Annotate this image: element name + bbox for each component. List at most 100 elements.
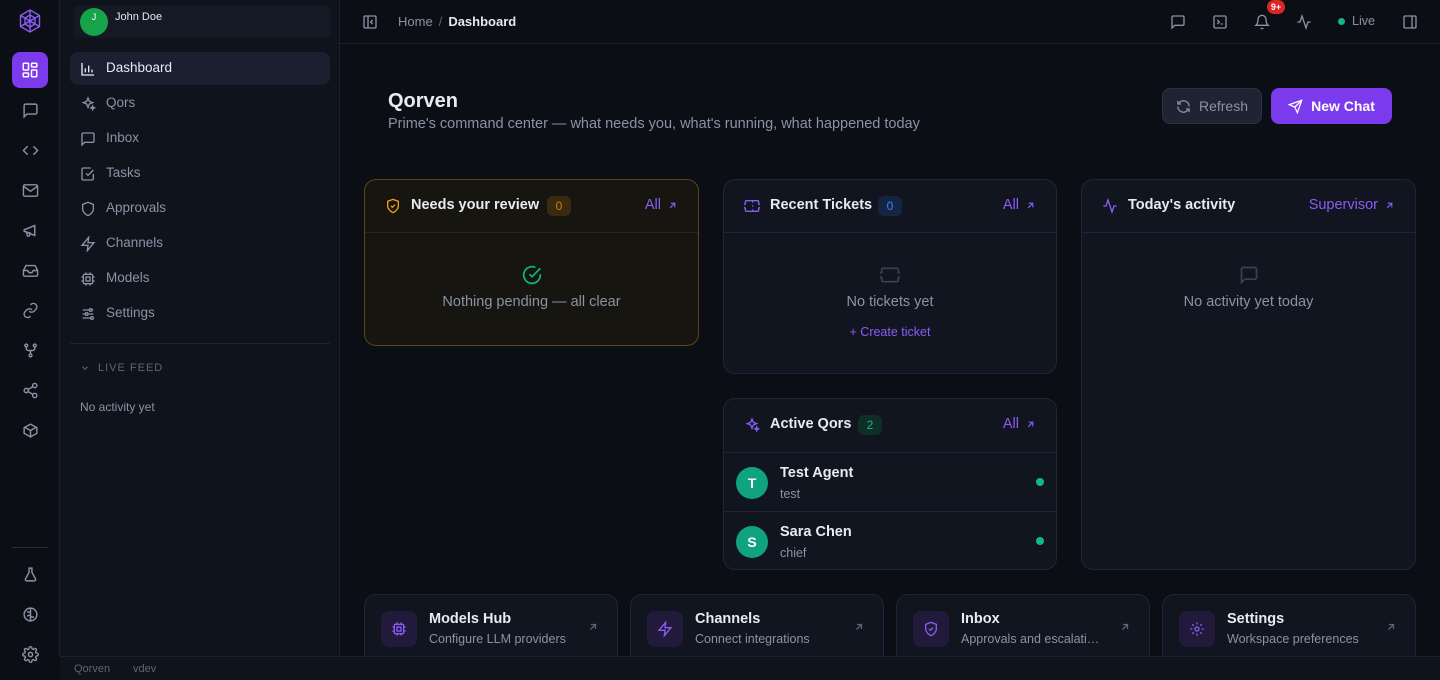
new-chat-button[interactable]: New Chat: [1271, 88, 1392, 124]
sidebar-item-label: Approvals: [106, 200, 167, 215]
zap-icon: [647, 611, 683, 647]
create-ticket-link[interactable]: + Create ticket: [724, 325, 1056, 339]
collapse-sidebar-icon[interactable]: [362, 14, 378, 30]
live-feed-toggle[interactable]: LIVE FEED: [80, 362, 163, 374]
activity-card-header: Today's activity Supervisor: [1082, 180, 1415, 233]
refresh-button[interactable]: Refresh: [1162, 88, 1262, 124]
rail-inbox-icon[interactable]: [12, 252, 48, 288]
activity-icon[interactable]: [1296, 14, 1312, 30]
review-all-link[interactable]: All: [645, 197, 678, 213]
arrow-up-right-icon: [1385, 621, 1397, 633]
review-card-title: Needs your review: [411, 197, 540, 213]
sidebar-item-approvals[interactable]: Approvals: [70, 192, 330, 225]
live-feed-empty: No activity yet: [80, 400, 155, 414]
models-hub-link[interactable]: Models Hub Configure LLM providers: [364, 594, 618, 656]
quick-link-title: Inbox: [961, 611, 1000, 627]
qor-role: test: [780, 487, 801, 501]
activity-card: Today's activity Supervisor No activity …: [1081, 179, 1416, 570]
settings-link[interactable]: Settings Workspace preferences: [1162, 594, 1416, 656]
tickets-card-header: Recent Tickets 0 All: [724, 180, 1056, 233]
top-bar: Home / Dashboard 9+ Live: [340, 0, 1440, 44]
rail-code-icon[interactable]: [12, 132, 48, 168]
sidebar-item-label: Models: [106, 270, 150, 285]
sparkles-icon: [744, 417, 760, 433]
sidebar-item-tasks[interactable]: Tasks: [70, 157, 330, 190]
review-card: Needs your review 0 All Nothing pending …: [364, 179, 699, 346]
rail-brain-icon[interactable]: [12, 596, 48, 632]
icon-rail: [0, 0, 60, 663]
channels-link[interactable]: Channels Connect integrations: [630, 594, 884, 656]
quick-link-title: Settings: [1227, 611, 1285, 627]
chevron-down-icon: [80, 363, 90, 373]
avatar: T: [736, 467, 768, 499]
rail-share-icon[interactable]: [12, 372, 48, 408]
arrow-up-right-icon: [1025, 200, 1036, 211]
check-circle-icon: [522, 265, 542, 285]
rail-lab-icon[interactable]: [12, 556, 48, 592]
shield-check-icon: [385, 198, 401, 214]
rail-separator: [12, 547, 48, 548]
send-icon: [1288, 98, 1303, 114]
rail-box-icon[interactable]: [12, 412, 48, 448]
sidebar-item-models[interactable]: Models: [70, 262, 330, 295]
rail-link-icon[interactable]: [12, 292, 48, 328]
logo-icon[interactable]: [18, 9, 42, 33]
breadcrumb-home[interactable]: Home: [398, 14, 433, 29]
sidebar-item-label: Inbox: [106, 130, 140, 145]
bell-icon[interactable]: [1254, 14, 1270, 30]
qors-all-label: All: [1002, 416, 1019, 432]
qor-name: Test Agent: [780, 465, 854, 481]
tickets-all-link[interactable]: All: [1003, 197, 1036, 213]
status-app-name: Qorven: [74, 663, 111, 675]
qors-all-link[interactable]: All: [1003, 416, 1036, 432]
activity-empty-text: No activity yet today: [1183, 294, 1314, 310]
chat-icon[interactable]: [1170, 14, 1186, 30]
tickets-all-label: All: [1002, 197, 1019, 213]
sidebar-item-inbox[interactable]: Inbox: [70, 122, 330, 155]
ticket-icon: [744, 198, 760, 214]
list-item[interactable]: T Test Agent test: [724, 452, 1056, 511]
rail-dashboard-icon[interactable]: [12, 52, 48, 88]
online-status-dot: [1036, 478, 1044, 486]
user-switcher[interactable]: J John Doe: [74, 6, 331, 38]
qors-card-header: Active Qors 2 All: [724, 399, 1056, 452]
gear-icon: [1179, 611, 1215, 647]
sidebar-item-settings[interactable]: Settings: [70, 297, 330, 330]
check-square-icon: [80, 166, 96, 182]
live-status[interactable]: Live: [1338, 14, 1375, 28]
sidebar-item-qors[interactable]: Qors: [70, 87, 330, 120]
inbox-link[interactable]: Inbox Approvals and escalations: [896, 594, 1150, 656]
panel-right-icon[interactable]: [1402, 14, 1418, 30]
rail-megaphone-icon[interactable]: [12, 212, 48, 248]
ticket-empty-icon: [880, 265, 900, 285]
sidebar-item-label: Settings: [106, 305, 155, 320]
user-name: John Doe: [115, 11, 163, 23]
quick-link-title: Models Hub: [429, 611, 512, 627]
arrow-up-right-icon: [1119, 621, 1131, 633]
rail-chat-icon[interactable]: [12, 92, 48, 128]
refresh-label: Refresh: [1198, 98, 1249, 114]
rail-workflow-icon[interactable]: [12, 332, 48, 368]
review-empty-text: Nothing pending — all clear: [442, 294, 621, 310]
list-item[interactable]: S Sara Chen chief: [724, 511, 1056, 570]
sidebar-item-dashboard[interactable]: Dashboard: [70, 52, 330, 85]
tickets-empty-text: No tickets yet: [846, 294, 934, 310]
supervisor-link[interactable]: Supervisor: [1309, 197, 1395, 213]
breadcrumb: Home / Dashboard: [398, 14, 516, 29]
rail-mail-icon[interactable]: [12, 172, 48, 208]
review-card-header: Needs your review 0 All: [365, 180, 698, 233]
qors-card-title: Active Qors: [770, 416, 852, 432]
terminal-icon[interactable]: [1212, 14, 1228, 30]
sidebar-item-label: Dashboard: [106, 60, 173, 75]
active-qors-card: Active Qors 2 All T Test Agent test S Sa…: [723, 398, 1057, 570]
cpu-icon: [381, 611, 417, 647]
quick-link-subtitle: Approvals and escalations: [961, 632, 1101, 646]
qor-name: Sara Chen: [780, 524, 852, 540]
rail-settings-icon[interactable]: [12, 636, 48, 672]
breadcrumb-current: Dashboard: [448, 14, 517, 29]
sidebar-item-channels[interactable]: Channels: [70, 227, 330, 260]
tickets-card: Recent Tickets 0 All No tickets yet + Cr…: [723, 179, 1057, 374]
arrow-up-right-icon: [587, 621, 599, 633]
bar-chart-icon: [80, 61, 96, 77]
message-icon: [80, 131, 96, 147]
